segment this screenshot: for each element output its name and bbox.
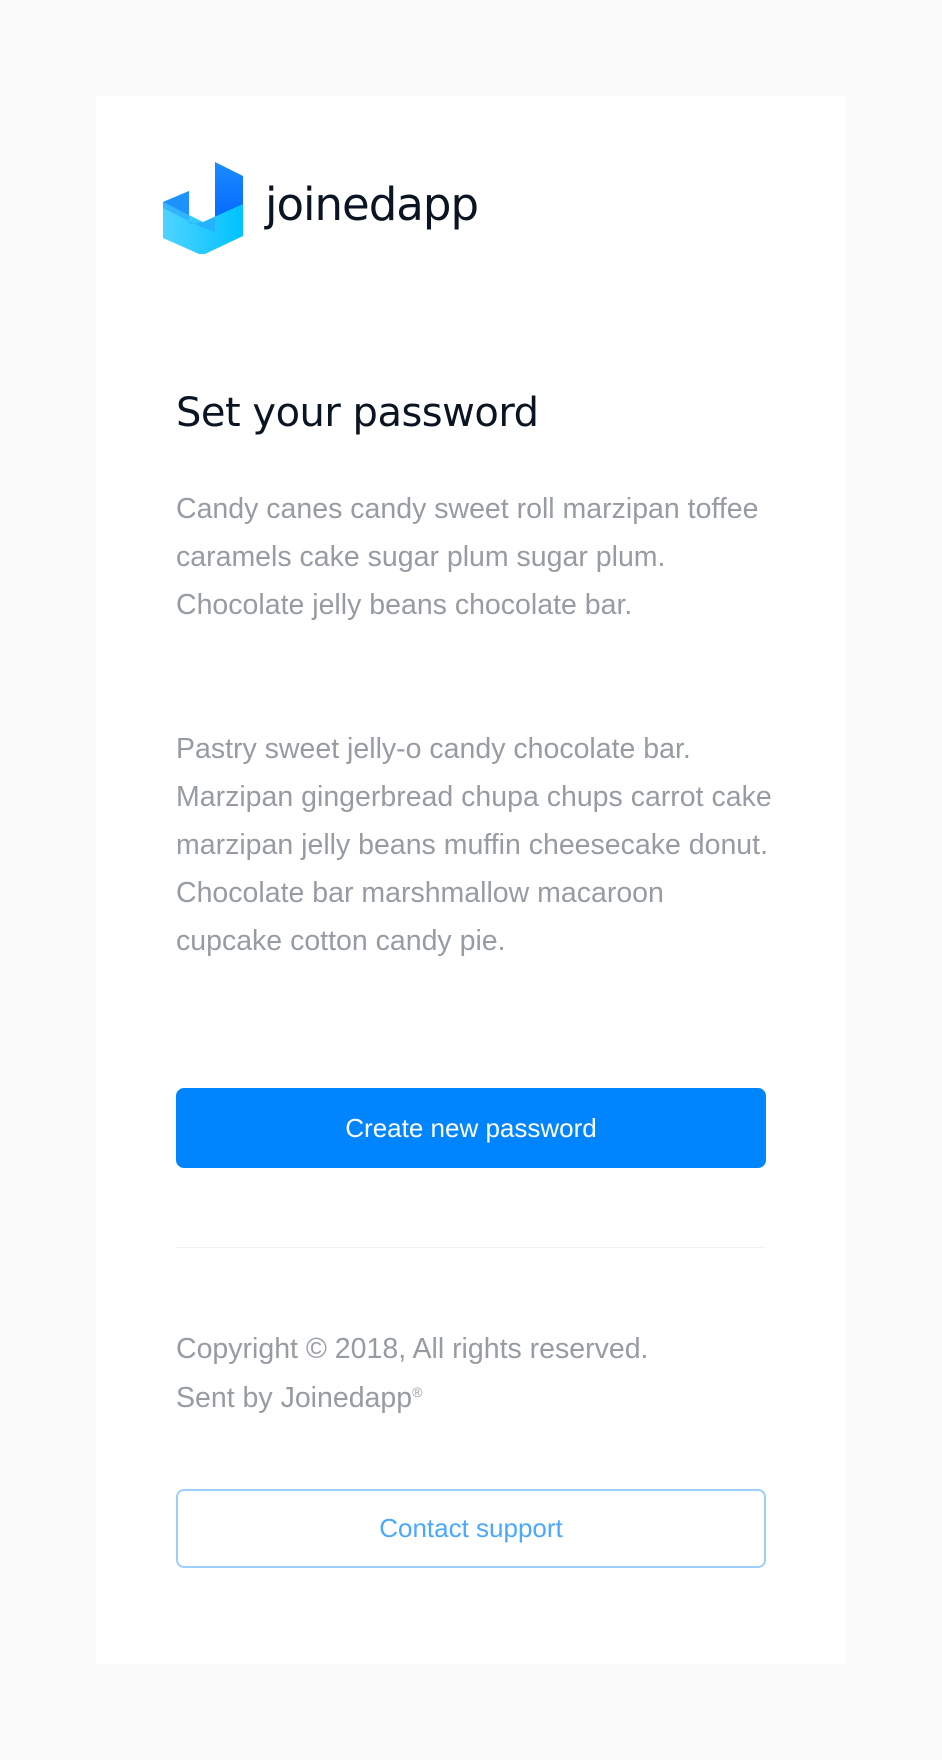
contact-support-button[interactable]: Contact support: [176, 1489, 766, 1568]
brand-logo: joinedapp: [163, 162, 479, 254]
brand-name: joinedapp: [265, 177, 479, 231]
registered-mark: ®: [412, 1384, 423, 1400]
body-paragraph-1: Candy canes candy sweet roll marzipan to…: [176, 493, 759, 621]
footer-text: Copyright © 2018, All rights reserved. S…: [176, 1325, 648, 1423]
joinedapp-logo-icon: [163, 162, 243, 254]
page-title: Set your password: [176, 390, 539, 436]
divider: [176, 1247, 766, 1248]
copyright-text: Copyright © 2018, All rights reserved.: [176, 1333, 649, 1365]
body-paragraph-2: Pastry sweet jelly-o candy chocolate bar…: [176, 733, 772, 957]
create-new-password-button[interactable]: Create new password: [176, 1088, 766, 1168]
sent-by-text: Sent by Joinedapp: [176, 1382, 413, 1414]
sent-by-line: Sent by Joinedapp®: [176, 1374, 648, 1423]
